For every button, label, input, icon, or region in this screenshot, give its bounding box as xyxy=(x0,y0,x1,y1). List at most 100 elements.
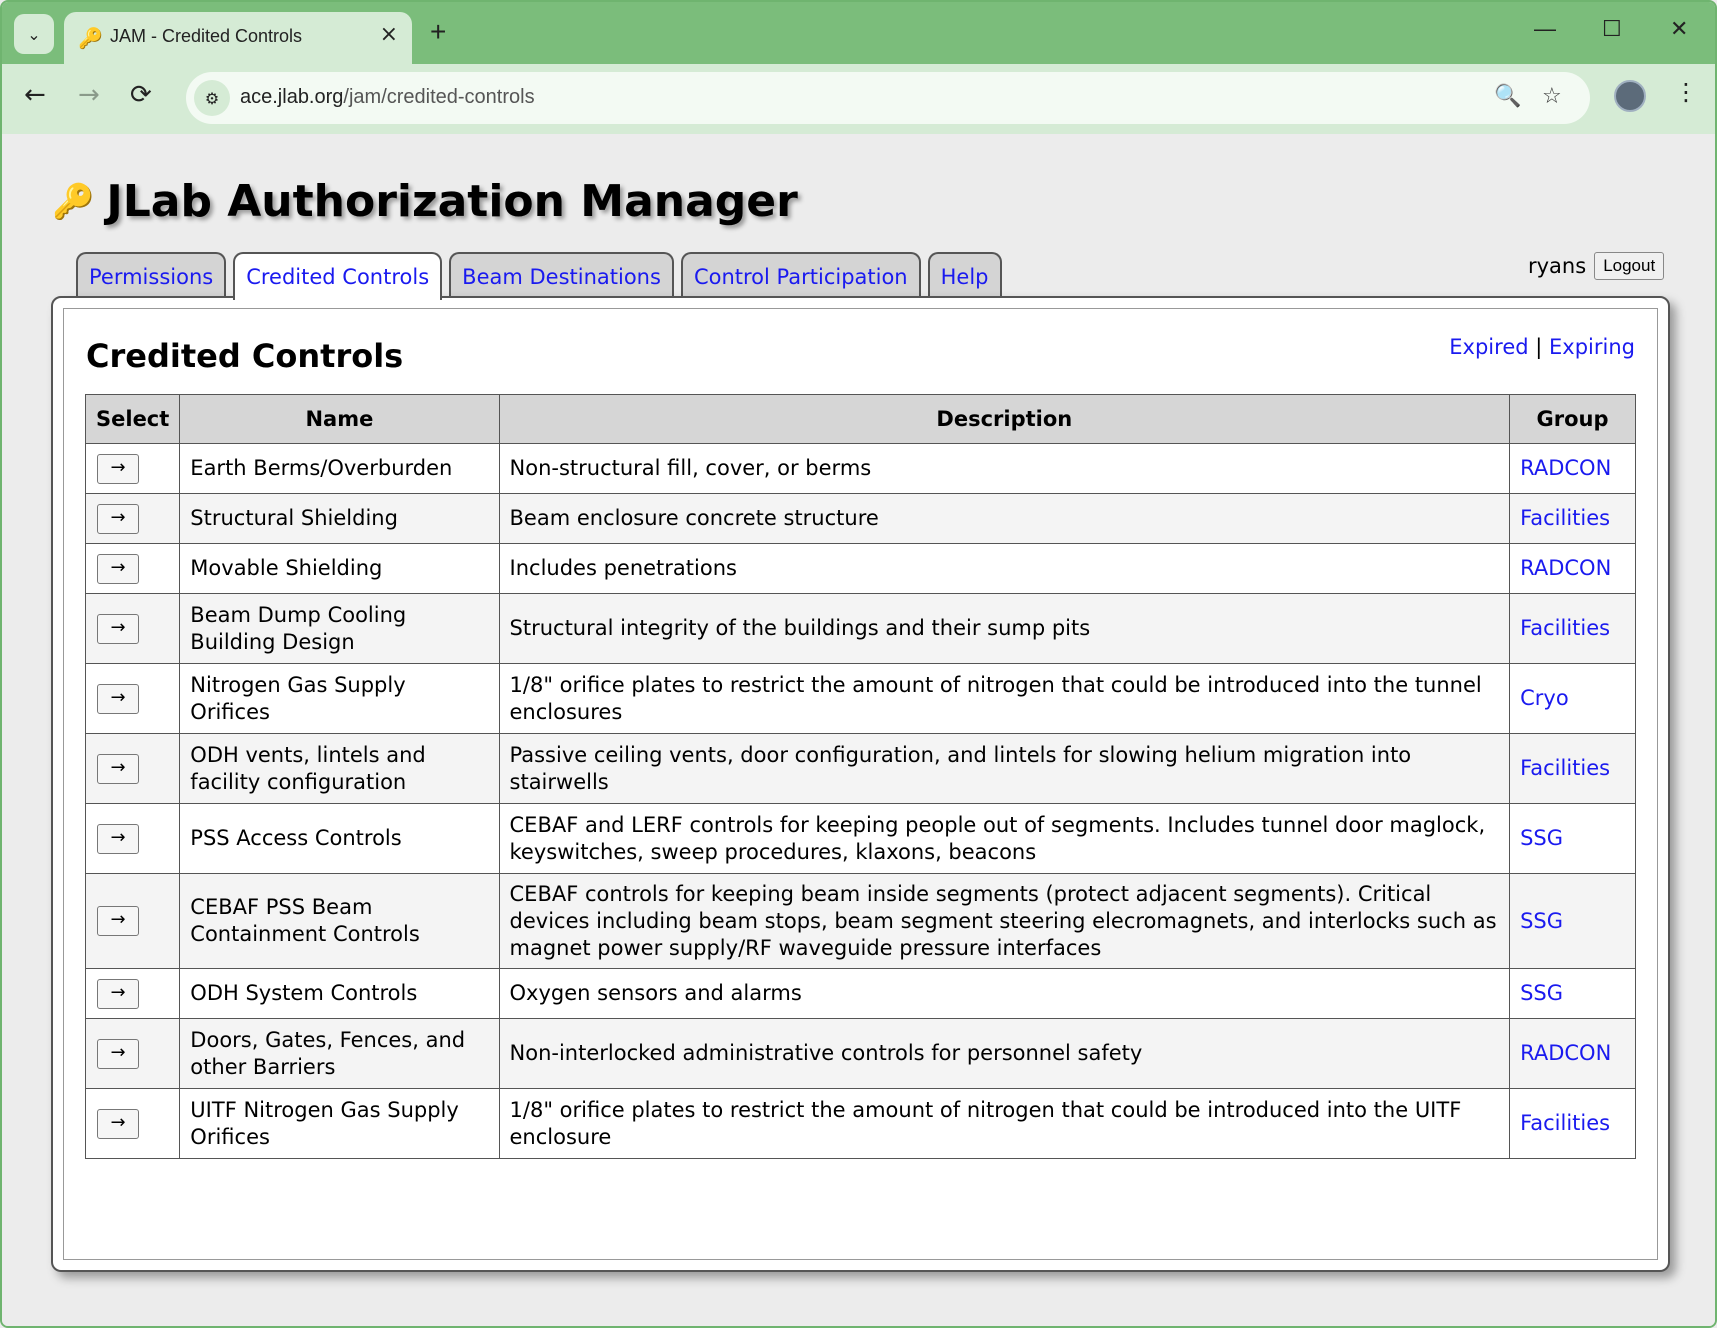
expiring-link[interactable]: Expiring xyxy=(1549,335,1635,359)
close-tab-icon[interactable]: × xyxy=(380,22,398,47)
name-cell: Movable Shielding xyxy=(179,543,500,594)
main-nav-tabs: Permissions Credited Controls Beam Desti… xyxy=(76,252,1002,300)
description-cell: Structural integrity of the buildings an… xyxy=(498,593,1511,664)
select-arrow-button[interactable]: → xyxy=(97,683,139,714)
chevron-down-icon: ⌄ xyxy=(27,24,41,44)
tab-beam-destinations[interactable]: Beam Destinations xyxy=(449,252,674,298)
browser-tab-title: JAM - Credited Controls xyxy=(110,26,303,46)
profile-avatar[interactable] xyxy=(1614,80,1646,112)
select-cell: → xyxy=(84,733,181,804)
group-link[interactable]: Facilities xyxy=(1520,506,1610,530)
select-cell: → xyxy=(84,443,181,494)
app-header: 🔑 JLab Authorization Manager xyxy=(52,176,798,227)
username: ryans xyxy=(1528,254,1587,278)
name-cell: CEBAF PSS Beam Containment Controls xyxy=(179,873,500,969)
group-link[interactable]: Facilities xyxy=(1520,1111,1610,1135)
tab-help[interactable]: Help xyxy=(927,252,1002,298)
table-row: → Nitrogen Gas Supply Orifices 1/8" orific… xyxy=(84,663,1636,734)
table-row: → ODH vents, lintels and facility configu… xyxy=(84,733,1636,804)
select-cell: → xyxy=(84,1018,181,1089)
table-row: → ODH System Controls Oxygen sensors and a… xyxy=(84,968,1636,1019)
key-icon: 🔑 xyxy=(52,181,95,222)
description-cell: CEBAF controls for keeping beam inside s… xyxy=(498,873,1511,969)
tune-icon: ⚙ xyxy=(204,88,220,108)
group-cell: Facilities xyxy=(1509,1088,1636,1159)
select-arrow-button[interactable]: → xyxy=(97,978,139,1009)
tab-search-button[interactable]: ⌄ xyxy=(14,14,54,54)
column-header-group: Group xyxy=(1509,394,1636,444)
select-arrow-button[interactable]: → xyxy=(97,906,139,936)
description-cell: CEBAF and LERF controls for keeping peop… xyxy=(498,803,1511,874)
name-cell: Doors, Gates, Fences, and other Barriers xyxy=(179,1018,500,1089)
logout-button[interactable]: Logout xyxy=(1594,252,1665,280)
browser-toolbar: ← → ⟳ ⚙ ace.jlab.org/jam/credited-contro… xyxy=(2,64,1715,134)
select-cell: → xyxy=(84,1088,181,1159)
content-panel: Credited Controls Expired | Expiring Sel… xyxy=(51,296,1670,1272)
tab-permissions[interactable]: Permissions xyxy=(76,252,227,298)
new-tab-button[interactable]: + xyxy=(430,16,446,48)
back-arrow-icon[interactable]: ← xyxy=(24,80,46,110)
url-text[interactable]: ace.jlab.org/jam/credited-controls xyxy=(240,86,535,109)
select-arrow-button[interactable]: → xyxy=(97,1038,139,1069)
url-path: /jam/credited-controls xyxy=(343,86,535,108)
description-cell: Passive ceiling vents, door configuratio… xyxy=(498,733,1511,804)
select-arrow-button[interactable]: → xyxy=(97,503,139,534)
table-row: → Doors, Gates, Fences, and other Barrier… xyxy=(84,1018,1636,1089)
name-cell: PSS Access Controls xyxy=(179,803,500,874)
select-arrow-button[interactable]: → xyxy=(97,453,139,484)
expired-link[interactable]: Expired xyxy=(1449,335,1528,359)
group-link[interactable]: Cryo xyxy=(1520,686,1569,710)
browser-tabstrip: ⌄ 🔑 JAM - Credited Controls × + — ☐ ✕ xyxy=(2,2,1715,64)
group-cell: SSG xyxy=(1509,968,1636,1019)
group-link[interactable]: SSG xyxy=(1520,826,1563,850)
select-arrow-button[interactable]: → xyxy=(97,613,139,644)
group-cell: SSG xyxy=(1509,803,1636,874)
group-link[interactable]: SSG xyxy=(1520,909,1563,933)
link-separator: | xyxy=(1535,335,1543,359)
address-bar[interactable]: ⚙ ace.jlab.org/jam/credited-controls 🔍 ☆ xyxy=(186,72,1590,124)
group-link[interactable]: SSG xyxy=(1520,981,1563,1005)
group-link[interactable]: RADCON xyxy=(1520,556,1611,580)
select-cell: → xyxy=(84,803,181,874)
group-link[interactable]: Facilities xyxy=(1520,756,1610,780)
select-arrow-button[interactable]: → xyxy=(97,1108,139,1139)
select-cell: → xyxy=(84,493,181,544)
select-cell: → xyxy=(84,968,181,1019)
group-link[interactable]: RADCON xyxy=(1520,456,1611,480)
table-row: → Beam Dump Cooling Building Design Struct… xyxy=(84,593,1636,664)
select-cell: → xyxy=(84,543,181,594)
site-info-icon[interactable]: ⚙ xyxy=(194,80,230,116)
key-favicon-icon: 🔑 xyxy=(78,26,103,50)
column-header-name: Name xyxy=(179,394,500,444)
zoom-icon[interactable]: 🔍 xyxy=(1494,84,1521,109)
minimize-icon[interactable]: — xyxy=(1534,16,1556,42)
browser-tab-active[interactable]: 🔑 JAM - Credited Controls × xyxy=(64,12,412,64)
group-link[interactable]: RADCON xyxy=(1520,1041,1611,1065)
table-body: → Earth Berms/Overburden Non-structural fi… xyxy=(84,443,1636,1159)
credited-controls-table: Select Name Description Group → Earth Ber… xyxy=(84,394,1636,1159)
description-cell: 1/8" orifice plates to restrict the amou… xyxy=(498,663,1511,734)
maximize-icon[interactable]: ☐ xyxy=(1602,16,1622,42)
tab-control-participation[interactable]: Control Participation xyxy=(680,252,921,298)
select-arrow-button[interactable]: → xyxy=(97,823,139,854)
url-host: ace.jlab.org xyxy=(240,86,344,108)
select-arrow-button[interactable]: → xyxy=(97,553,139,584)
browser-menu-icon[interactable]: ⋮ xyxy=(1674,78,1698,106)
forward-arrow-icon[interactable]: → xyxy=(78,80,100,110)
browser-window: ⌄ 🔑 JAM - Credited Controls × + — ☐ ✕ ← … xyxy=(0,0,1717,1328)
close-window-icon[interactable]: ✕ xyxy=(1670,16,1688,42)
bookmark-star-icon[interactable]: ☆ xyxy=(1542,84,1562,109)
reload-icon[interactable]: ⟳ xyxy=(130,80,152,110)
column-header-description: Description xyxy=(498,394,1511,444)
group-cell: RADCON xyxy=(1509,543,1636,594)
content-panel-inner: Credited Controls Expired | Expiring Sel… xyxy=(63,308,1658,1260)
table-row: → Structural Shielding Beam enclosure conc… xyxy=(84,493,1636,544)
group-link[interactable]: Facilities xyxy=(1520,616,1610,640)
select-arrow-button[interactable]: → xyxy=(97,753,139,784)
app-title: JLab Authorization Manager xyxy=(106,176,798,227)
tab-credited-controls[interactable]: Credited Controls xyxy=(233,252,443,300)
name-cell: Structural Shielding xyxy=(179,493,500,544)
name-cell: Beam Dump Cooling Building Design xyxy=(179,593,500,664)
name-cell: ODH System Controls xyxy=(179,968,500,1019)
table-row: → CEBAF PSS Beam Containment Controls CEBA… xyxy=(84,873,1636,969)
